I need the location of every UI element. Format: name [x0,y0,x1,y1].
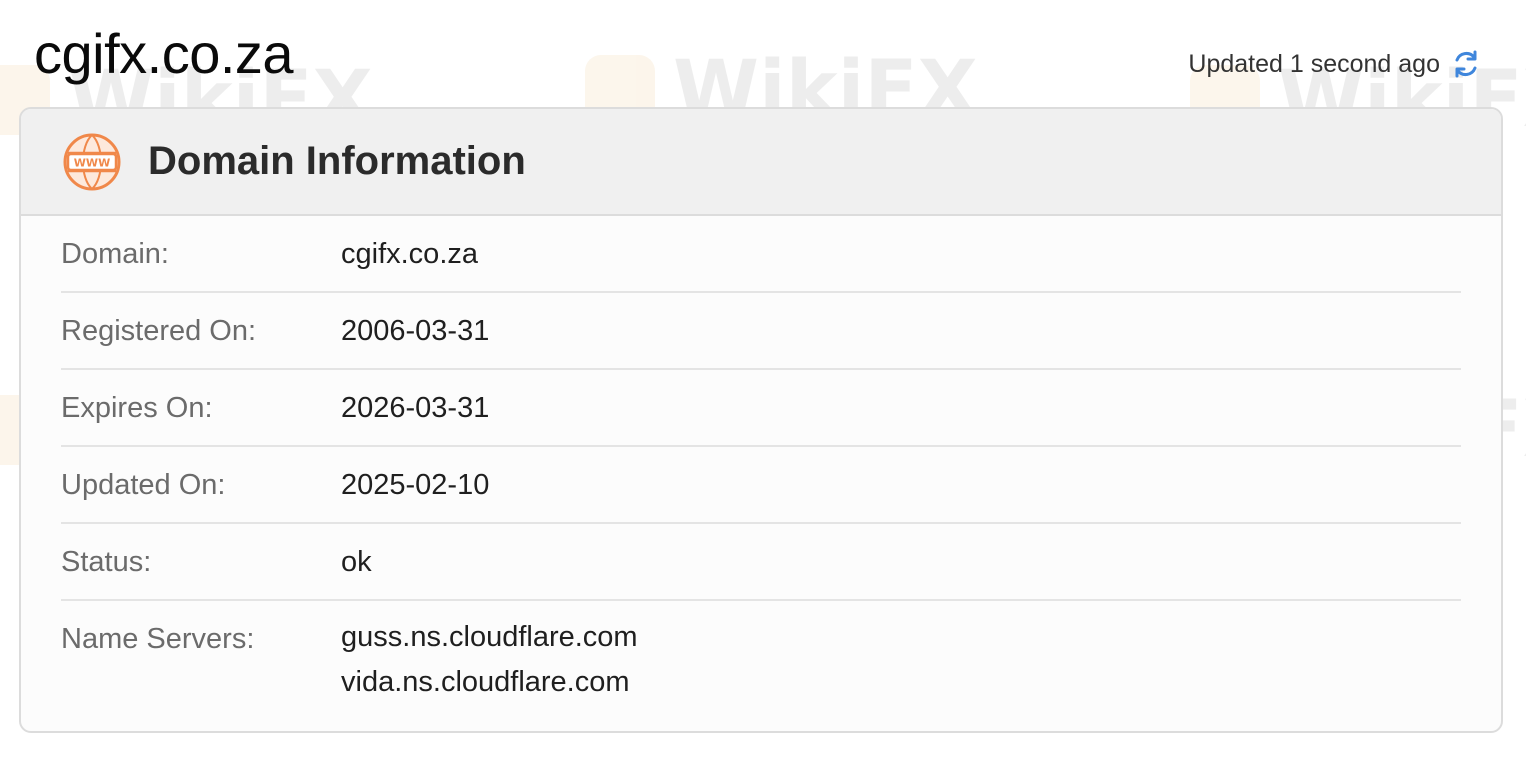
updated-text: Updated 1 second ago [1188,49,1440,78]
row-updated-on: Updated On: 2025-02-10 [61,447,1461,524]
row-value: 2025-02-10 [341,469,490,501]
name-server-list: guss.ns.cloudflare.com vida.ns.cloudflar… [341,615,638,705]
domain-info-card: WWW Domain Information Domain: cgifx.co.… [19,107,1503,733]
page-title: cgifx.co.za [34,22,294,85]
row-label: Name Servers: [61,623,255,655]
row-value: 2006-03-31 [341,315,490,347]
row-label: Updated On: [61,469,226,501]
www-icon: WWW [62,132,122,192]
row-label: Domain: [61,238,169,270]
name-server: vida.ns.cloudflare.com [341,666,630,698]
row-name-servers: Name Servers: guss.ns.cloudflare.com vid… [61,601,1461,705]
row-value: ok [341,546,372,578]
row-expires-on: Expires On: 2026-03-31 [61,370,1461,447]
name-server: guss.ns.cloudflare.com [341,621,638,653]
row-label: Registered On: [61,315,257,347]
row-label: Status: [61,546,152,578]
row-status: Status: ok [61,524,1461,601]
info-rows: Domain: cgifx.co.za Registered On: 2006-… [21,216,1501,705]
card-title: Domain Information [148,139,526,183]
row-value: cgifx.co.za [341,238,478,270]
svg-text:WWW: WWW [74,156,110,169]
updated-status: Updated 1 second ago [1188,44,1482,84]
row-value: 2026-03-31 [341,392,490,424]
row-registered-on: Registered On: 2006-03-31 [61,293,1461,370]
refresh-icon[interactable] [1450,48,1482,80]
row-label: Expires On: [61,392,213,424]
card-header: WWW Domain Information [21,109,1501,216]
row-domain: Domain: cgifx.co.za [61,216,1461,293]
